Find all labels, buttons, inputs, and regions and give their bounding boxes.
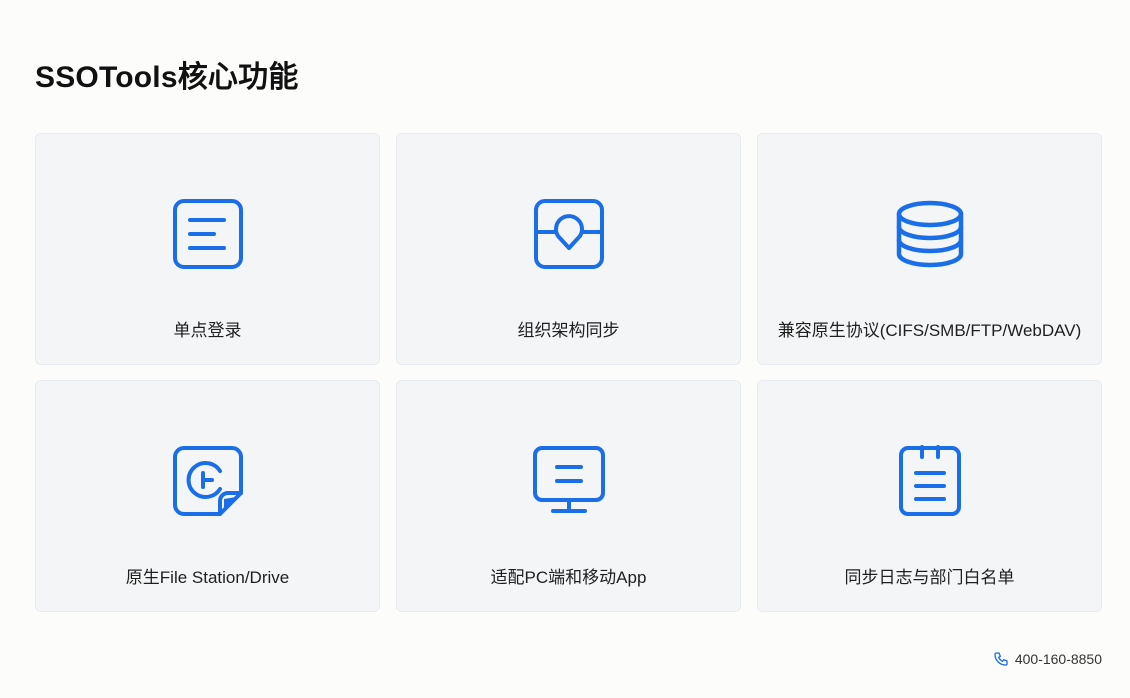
phone-icon (994, 652, 1008, 666)
feature-label: 同步日志与部门白名单 (844, 568, 1015, 587)
feature-card-logs-whitelist[interactable]: 同步日志与部门白名单 (757, 380, 1102, 612)
monitor-icon (531, 443, 607, 519)
feature-label: 兼容原生协议(CIFS/SMB/FTP/WebDAV) (777, 321, 1082, 340)
clipboard-list-icon (892, 443, 968, 519)
feature-card-sso[interactable]: 单点登录 (35, 133, 380, 365)
feature-card-file-station[interactable]: 原生File Station/Drive (35, 380, 380, 612)
feature-label: 原生File Station/Drive (125, 568, 290, 587)
page-title: SSOTools核心功能 (35, 61, 299, 94)
feature-grid: 单点登录 组织架构同步 兼容原生协议(CIFS/SMB/FTP/WebDAV) (35, 133, 1102, 612)
feature-label: 组织架构同步 (517, 321, 620, 340)
feature-card-pc-mobile[interactable]: 适配PC端和移动App (396, 380, 741, 612)
feature-label: 单点登录 (173, 321, 242, 340)
feature-label: 适配PC端和移动App (490, 568, 647, 587)
location-pin-icon (531, 196, 607, 272)
database-icon (892, 196, 968, 272)
phone-number: 400-160-8850 (1014, 651, 1102, 667)
feature-card-protocols[interactable]: 兼容原生协议(CIFS/SMB/FTP/WebDAV) (757, 133, 1102, 365)
file-station-icon (170, 443, 246, 519)
feature-card-org-sync[interactable]: 组织架构同步 (396, 133, 741, 365)
contact-phone[interactable]: 400-160-8850 (993, 651, 1102, 667)
document-lines-icon (170, 196, 246, 272)
